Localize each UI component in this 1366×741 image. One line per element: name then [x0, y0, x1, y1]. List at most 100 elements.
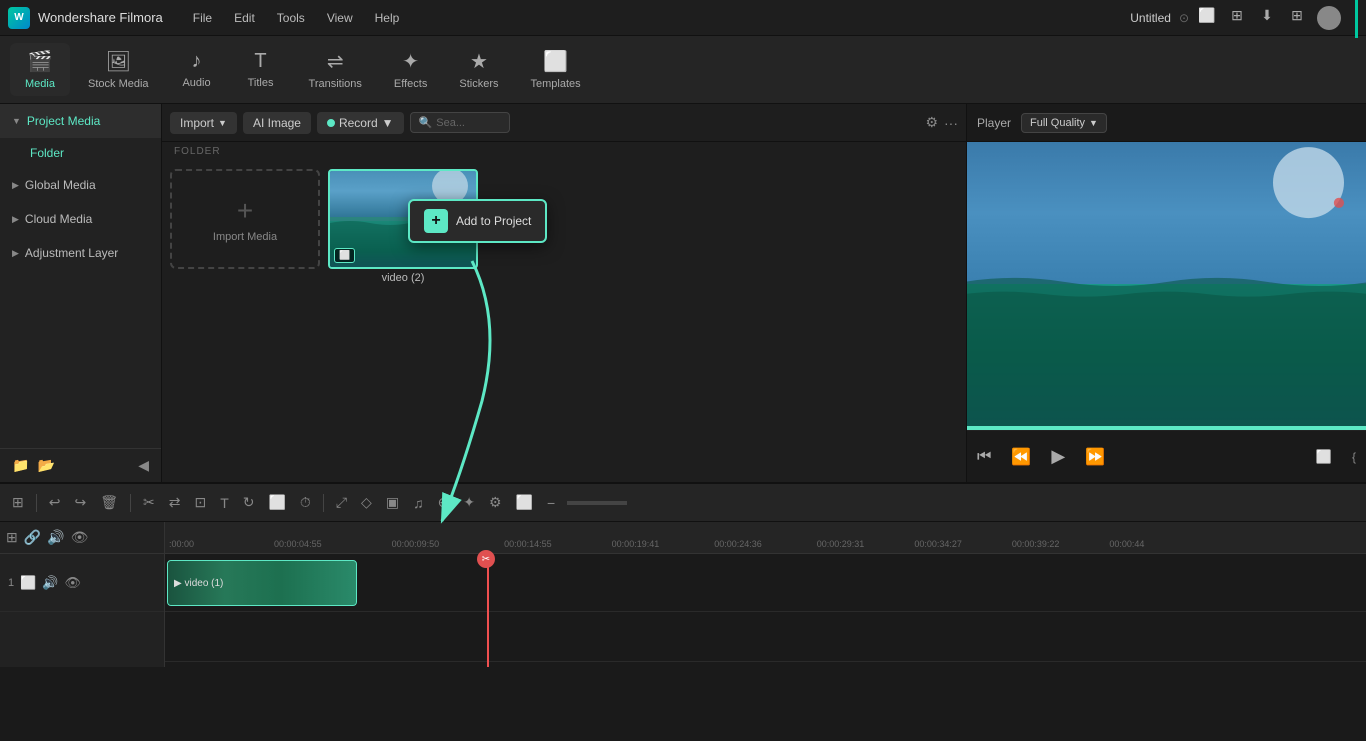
video-badge: ⬜	[334, 248, 355, 263]
loop-icon[interactable]: ↻	[239, 492, 259, 513]
eye-icon[interactable]: 👁	[71, 529, 89, 546]
ai-icon[interactable]: ⚙	[485, 492, 506, 513]
scissors-icon: ✂	[482, 554, 490, 565]
media-toolbar-right: ⚙ ···	[925, 114, 958, 131]
toolbar-transitions[interactable]: ⇌ Transitions	[295, 43, 376, 96]
color-icon[interactable]: ▣	[382, 492, 403, 513]
undo-icon[interactable]: ↩	[45, 492, 65, 513]
record-button[interactable]: Record ▼	[317, 112, 404, 134]
collapse-panel-icon[interactable]: ◀	[138, 457, 149, 474]
expand-icon[interactable]: ⤢	[332, 492, 351, 513]
playhead-handle[interactable]: ✂	[477, 550, 495, 568]
frame-icon[interactable]: ⬜	[264, 492, 289, 513]
subtitle-icon[interactable]: ⬜	[512, 492, 537, 513]
media-panel: Import ▼ AI Image Record ▼ 🔍 Sea... ⚙ ··…	[162, 104, 966, 482]
media-item-video[interactable]: ⬜ video (2) + Add to Project	[328, 169, 478, 284]
track-2	[165, 612, 1366, 662]
play-icon[interactable]: ▶	[1051, 446, 1065, 467]
main-toolbar: 🎬 Media 🖼 Stock Media ♪ Audio T Titles ⇌…	[0, 36, 1366, 104]
speed-icon[interactable]: ⏱	[296, 492, 315, 513]
preview-controls: ⏮ ⏪ ▶ ⏩ ⬜ {	[967, 430, 1366, 482]
menu-view[interactable]: View	[317, 7, 363, 29]
app-name: Wondershare Filmora	[38, 10, 163, 25]
toolbar-media[interactable]: 🎬 Media	[10, 43, 70, 96]
stock-media-icon: 🖼	[106, 49, 131, 74]
add-track-icon[interactable]: ⊞	[6, 529, 18, 546]
layout-icon[interactable]: ⊞	[1287, 6, 1307, 26]
download-icon[interactable]: ⬇	[1257, 6, 1277, 26]
quality-chevron-icon: ▼	[1089, 118, 1098, 128]
left-panel-folder[interactable]: Folder	[0, 138, 161, 168]
record-chevron-icon: ▼	[382, 116, 394, 130]
step-forward-icon[interactable]: ⏩	[1085, 447, 1105, 467]
zoom-out-icon[interactable]: −	[543, 493, 559, 513]
merge-icon[interactable]: ⊕	[434, 492, 454, 513]
toolbar-stickers[interactable]: ★ Stickers	[445, 43, 512, 96]
crop-icon[interactable]: ⊡	[190, 492, 210, 513]
ruler-mark-4: 00:00:19:41	[612, 539, 660, 549]
toolbar-stock-media[interactable]: 🖼 Stock Media	[74, 43, 163, 96]
menu-tools[interactable]: Tools	[267, 7, 315, 29]
split-view-icon[interactable]: ⊞	[8, 492, 28, 513]
search-box[interactable]: 🔍 Sea...	[410, 112, 510, 133]
timeline-ruler-area: :00:00 00:00:04:55 00:00:09:50 00:00:14:…	[165, 522, 1366, 667]
more-options-icon[interactable]: ···	[944, 115, 958, 131]
delete-icon[interactable]: 🗑	[96, 492, 122, 513]
menu-help[interactable]: Help	[365, 7, 410, 29]
import-media-item[interactable]: + Import Media	[170, 169, 320, 269]
zoom-bar	[567, 501, 627, 505]
mask-icon[interactable]: ◇	[357, 492, 376, 513]
multi-cam-icon[interactable]: ✦	[459, 492, 479, 513]
app-logo: W	[8, 7, 30, 29]
filter-icon[interactable]: ⚙	[925, 114, 938, 131]
cut-icon[interactable]: ✂	[139, 492, 159, 513]
templates-icon: ⬜	[543, 49, 568, 74]
menu-file[interactable]: File	[183, 7, 222, 29]
link-icon[interactable]: 🔗	[24, 529, 41, 546]
ai-image-button[interactable]: AI Image	[243, 112, 311, 134]
speaker-icon[interactable]: 🔊	[47, 529, 64, 546]
step-back-icon[interactable]: ⏪	[1011, 447, 1031, 467]
titlebar-icons: ⬜ ⊞ ⬇ ⊞	[1197, 6, 1341, 30]
preview-video	[967, 142, 1366, 426]
left-panel-bottom: 📁 📂 ◀	[0, 448, 161, 482]
left-panel-global-media[interactable]: ▶ Global Media	[0, 168, 161, 202]
toolbar-effects[interactable]: ✦ Effects	[380, 43, 441, 96]
left-panel-adjustment-layer[interactable]: ▶ Adjustment Layer	[0, 236, 161, 270]
ruler-mark-3: 00:00:14:55	[504, 539, 552, 549]
monitor-icon[interactable]: ⬜	[1197, 6, 1217, 26]
ripple-icon[interactable]: ⇄	[165, 492, 185, 513]
ruler-mark-2: 00:00:09:50	[392, 539, 440, 549]
settings-icon[interactable]: {	[1352, 450, 1356, 464]
audio-track-icon[interactable]: ♫	[409, 493, 428, 513]
menu-edit[interactable]: Edit	[224, 7, 265, 29]
left-panel-cloud-media[interactable]: ▶ Cloud Media	[0, 202, 161, 236]
preview-panel: Player Full Quality ▼	[966, 104, 1366, 482]
import-folder-icon[interactable]: 📂	[37, 457, 54, 474]
toolbar-audio[interactable]: ♪ Audio	[167, 44, 227, 95]
search-placeholder: Sea...	[436, 117, 465, 129]
left-panel-project-media[interactable]: ▼ Project Media	[0, 104, 161, 138]
quality-select[interactable]: Full Quality ▼	[1021, 113, 1107, 133]
search-icon: 🔍	[419, 116, 433, 129]
track-clip-video[interactable]: ▶ video (1)	[167, 560, 357, 606]
player-label: Player	[977, 116, 1011, 130]
toolbar-templates[interactable]: ⬜ Templates	[516, 43, 594, 96]
add-to-project-plus-button[interactable]: +	[424, 209, 448, 233]
redo-icon[interactable]: ↪	[70, 492, 90, 513]
import-media-label: Import Media	[213, 231, 277, 243]
timeline-left-toolbar: ⊞ 🔗 🔊 👁	[0, 522, 164, 554]
arrow-icon-cm: ▶	[12, 214, 19, 225]
text-icon[interactable]: T	[216, 493, 233, 513]
toolbar-titles[interactable]: T Titles	[231, 44, 291, 95]
track-number: 1	[8, 577, 14, 589]
accent-bar	[1355, 0, 1358, 38]
project-name: Untitled	[1130, 11, 1171, 25]
folder-label: FOLDER	[162, 142, 966, 161]
import-button[interactable]: Import ▼	[170, 112, 237, 134]
avatar[interactable]	[1317, 6, 1341, 30]
new-folder-icon[interactable]: 📁	[12, 457, 29, 474]
skip-back-icon[interactable]: ⏮	[977, 448, 991, 466]
fullscreen-icon[interactable]: ⬜	[1316, 449, 1332, 465]
share-icon[interactable]: ⊞	[1227, 6, 1247, 26]
